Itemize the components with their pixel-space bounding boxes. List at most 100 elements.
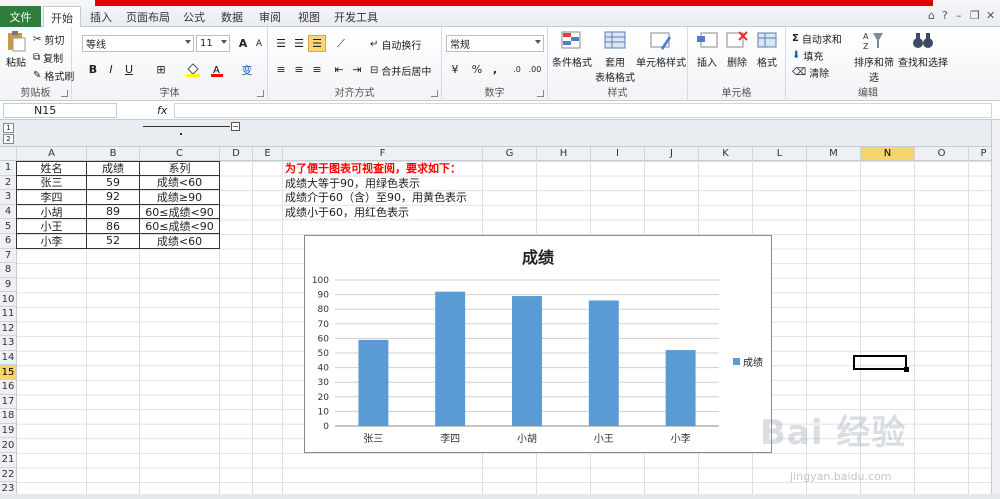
- tab-page-layout[interactable]: 页面布局: [122, 6, 174, 27]
- border-button[interactable]: ⊞: [152, 61, 170, 78]
- comma-button[interactable]: ,: [486, 61, 504, 78]
- table-cell[interactable]: 成绩<60: [139, 234, 220, 249]
- vertical-scrollbar[interactable]: [991, 120, 1000, 494]
- merge-center-button[interactable]: ⊟ 合并后居中: [370, 63, 431, 78]
- bar-2[interactable]: [512, 296, 542, 426]
- row-header-21[interactable]: 21: [0, 453, 17, 468]
- table-cell[interactable]: 小胡: [16, 204, 87, 220]
- phonetic-button[interactable]: 变: [238, 61, 256, 78]
- outline-level-1-button[interactable]: 1: [3, 123, 14, 133]
- row-header-6[interactable]: 6: [0, 234, 17, 249]
- row-header-14[interactable]: 14: [0, 350, 17, 366]
- column-header-l[interactable]: L: [753, 147, 807, 161]
- sort-filter-button[interactable]: AZ 排序和筛选: [850, 30, 898, 84]
- table-cell[interactable]: 92: [86, 190, 140, 205]
- align-bottom-button[interactable]: ☰: [308, 35, 326, 52]
- table-cell[interactable]: 60≤成绩<90: [139, 219, 220, 234]
- table-cell[interactable]: 张三: [16, 175, 87, 191]
- row-header-1[interactable]: 1: [0, 161, 17, 176]
- row-header-10[interactable]: 10: [0, 292, 17, 307]
- help-icon[interactable]: ⌂: [928, 9, 935, 22]
- shrink-font-button[interactable]: A: [250, 35, 268, 52]
- row-header-22[interactable]: 22: [0, 467, 17, 483]
- align-middle-button[interactable]: ☰: [290, 35, 308, 52]
- bar-4[interactable]: [665, 350, 696, 426]
- select-all-corner[interactable]: [0, 147, 17, 161]
- tab-developer[interactable]: 开发工具: [334, 6, 378, 27]
- row-header-7[interactable]: 7: [0, 248, 17, 264]
- table-header-cell[interactable]: 成绩: [86, 161, 140, 176]
- chart[interactable]: 成绩 0 10 20 30 40 50 60 70 80 90 100 张三 李四 小胡 小王 小李 成绩: [304, 235, 772, 453]
- tab-view[interactable]: 视图: [293, 6, 325, 27]
- table-header-cell[interactable]: 系列: [139, 161, 220, 176]
- font-launcher-icon[interactable]: [257, 90, 264, 97]
- column-header-o[interactable]: O: [915, 147, 969, 161]
- autosum-button[interactable]: Σ 自动求和: [792, 31, 842, 46]
- bar-0[interactable]: [358, 339, 389, 426]
- column-header-d[interactable]: D: [220, 147, 253, 161]
- format-painter-button[interactable]: ✎ 格式刷: [33, 68, 74, 83]
- row-header-12[interactable]: 12: [0, 321, 17, 337]
- align-center-button[interactable]: ≡: [290, 61, 308, 78]
- column-header-a[interactable]: A: [17, 147, 87, 161]
- cell-styles-button[interactable]: 单元格样式: [636, 30, 686, 69]
- cut-button[interactable]: ✂ 剪切: [33, 32, 64, 47]
- table-cell[interactable]: 59: [86, 175, 140, 191]
- align-right-button[interactable]: ≡: [308, 61, 326, 78]
- conditional-format-button[interactable]: 条件格式: [551, 30, 593, 69]
- number-format-select[interactable]: 常规: [446, 35, 544, 52]
- row-header-2[interactable]: 2: [0, 175, 17, 191]
- number-launcher-icon[interactable]: [537, 90, 544, 97]
- increase-indent-button[interactable]: ⇥: [348, 61, 366, 78]
- chart-legend[interactable]: 成绩: [733, 354, 763, 369]
- question-icon[interactable]: ?: [942, 9, 948, 22]
- clipboard-launcher-icon[interactable]: [61, 90, 68, 97]
- align-left-button[interactable]: ≡: [272, 61, 290, 78]
- tab-insert[interactable]: 插入: [84, 6, 118, 27]
- italic-button[interactable]: I: [102, 61, 120, 78]
- tab-home[interactable]: 开始: [43, 6, 81, 28]
- insert-cells-button[interactable]: 插入: [692, 30, 722, 69]
- row-header-15[interactable]: 15: [0, 365, 17, 380]
- table-header-cell[interactable]: 姓名: [16, 161, 87, 176]
- clear-button[interactable]: ⌫ 清除: [792, 65, 829, 80]
- column-header-m[interactable]: M: [807, 147, 861, 161]
- align-top-button[interactable]: ☰: [272, 35, 290, 52]
- column-header-e[interactable]: E: [253, 147, 283, 161]
- minimize-icon[interactable]: –: [956, 9, 962, 22]
- selected-cell[interactable]: [853, 355, 909, 372]
- row-header-16[interactable]: 16: [0, 380, 17, 395]
- name-box[interactable]: N15: [3, 103, 117, 118]
- column-header-n[interactable]: N: [861, 147, 915, 161]
- column-header-k[interactable]: K: [699, 147, 753, 161]
- format-cells-button[interactable]: 格式: [752, 30, 782, 69]
- currency-button[interactable]: ¥: [446, 61, 464, 78]
- formula-input[interactable]: [174, 103, 992, 118]
- percent-button[interactable]: %: [468, 61, 486, 78]
- table-cell[interactable]: 52: [86, 234, 140, 249]
- row-header-4[interactable]: 4: [0, 204, 17, 220]
- font-size-select[interactable]: 11: [196, 35, 230, 52]
- column-header-j[interactable]: J: [645, 147, 699, 161]
- orientation-button[interactable]: ⟋: [332, 35, 350, 52]
- tab-file[interactable]: 文件: [0, 6, 41, 27]
- tab-review[interactable]: 审阅: [254, 6, 286, 27]
- row-header-19[interactable]: 19: [0, 423, 17, 439]
- row-header-8[interactable]: 8: [0, 263, 17, 278]
- fill-button[interactable]: ⬇ 填充: [792, 48, 823, 63]
- row-header-5[interactable]: 5: [0, 219, 17, 234]
- table-cell[interactable]: 小李: [16, 234, 87, 249]
- copy-button[interactable]: ⧉ 复制: [33, 50, 63, 65]
- table-cell[interactable]: 86: [86, 219, 140, 234]
- bold-button[interactable]: B: [84, 61, 102, 78]
- format-as-table-button[interactable]: 套用 表格格式: [593, 30, 637, 84]
- column-header-f[interactable]: F: [283, 147, 483, 161]
- row-header-20[interactable]: 20: [0, 438, 17, 453]
- paste-button[interactable]: 粘贴: [4, 30, 28, 69]
- find-select-button[interactable]: 查找和选择: [898, 30, 948, 69]
- fill-color-button[interactable]: [184, 61, 202, 78]
- row-header-13[interactable]: 13: [0, 336, 17, 351]
- decrease-decimal-button[interactable]: .00: [526, 61, 544, 78]
- outline-collapse-button[interactable]: −: [231, 122, 240, 131]
- increase-decimal-button[interactable]: .0: [508, 61, 526, 78]
